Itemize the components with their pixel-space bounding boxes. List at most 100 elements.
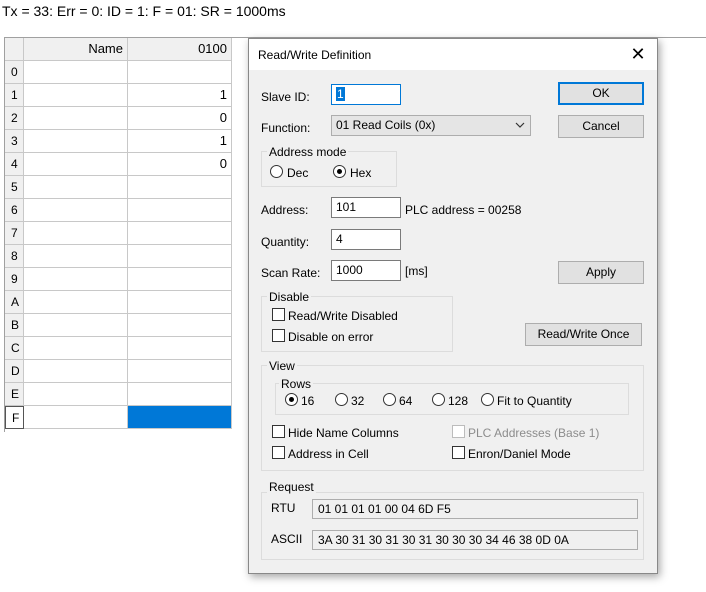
row-index[interactable]: 4	[5, 153, 24, 176]
table-row: 9	[5, 268, 233, 291]
read-write-disabled-checkbox[interactable]	[272, 308, 285, 321]
row-index[interactable]: B	[5, 314, 24, 337]
name-cell[interactable]	[24, 268, 128, 291]
slave-id-field[interactable]: 1	[331, 84, 401, 105]
rows-option-label[interactable]: Fit to Quantity	[497, 394, 572, 408]
row-index[interactable]: 3	[5, 130, 24, 153]
address-in-cell-label[interactable]: Address in Cell	[288, 447, 369, 461]
hide-name-columns-checkbox[interactable]	[272, 425, 285, 438]
row-index[interactable]: E	[5, 383, 24, 406]
row-index[interactable]: A	[5, 291, 24, 314]
hide-name-columns-label[interactable]: Hide Name Columns	[288, 426, 399, 440]
value-cell[interactable]: 1	[128, 130, 232, 153]
disable-on-error-label[interactable]: Disable on error	[288, 330, 373, 344]
dec-radio[interactable]	[270, 165, 283, 178]
name-cell[interactable]	[24, 84, 128, 107]
value-cell[interactable]	[128, 61, 232, 84]
rows-radio-128[interactable]	[432, 393, 445, 406]
value-cell[interactable]: 0	[128, 107, 232, 130]
name-cell[interactable]	[24, 314, 128, 337]
hex-radio[interactable]	[333, 165, 346, 178]
request-group-title: Request	[267, 480, 316, 494]
name-cell[interactable]	[24, 245, 128, 268]
quantity-field[interactable]: 4	[331, 229, 401, 250]
address-field[interactable]: 101	[331, 197, 401, 218]
row-index[interactable]: F	[5, 406, 24, 429]
address-column-header[interactable]: 0100	[128, 38, 232, 61]
close-icon[interactable]: ✕	[625, 43, 651, 65]
data-grid: Name 0100 01120314056789ABCDEF	[4, 38, 232, 432]
value-cell[interactable]: 1	[128, 84, 232, 107]
scan-rate-field[interactable]: 1000	[331, 260, 401, 281]
read-write-disabled-label[interactable]: Read/Write Disabled	[288, 309, 398, 323]
value-cell[interactable]	[128, 383, 232, 406]
enron-daniel-checkbox[interactable]	[452, 446, 465, 459]
name-cell[interactable]	[24, 222, 128, 245]
table-row: 40	[5, 153, 233, 176]
rows-radio-32[interactable]	[335, 393, 348, 406]
value-cell[interactable]	[128, 314, 232, 337]
apply-button[interactable]: Apply	[558, 261, 644, 284]
value-cell[interactable]	[128, 199, 232, 222]
value-cell[interactable]	[128, 245, 232, 268]
rows-option-label[interactable]: 64	[399, 394, 412, 408]
rows-option-label[interactable]: 32	[351, 394, 364, 408]
table-row: A	[5, 291, 233, 314]
rows-option-label[interactable]: 16	[301, 394, 314, 408]
plc-addresses-label: PLC Addresses (Base 1)	[468, 426, 600, 440]
value-cell[interactable]	[128, 176, 232, 199]
function-dropdown[interactable]: 01 Read Coils (0x)	[331, 115, 531, 136]
disable-on-error-checkbox[interactable]	[272, 329, 285, 342]
row-index[interactable]: 5	[5, 176, 24, 199]
address-in-cell-checkbox[interactable]	[272, 446, 285, 459]
table-row: B	[5, 314, 233, 337]
value-cell[interactable]	[128, 406, 232, 429]
row-index[interactable]: 2	[5, 107, 24, 130]
rows-radio-fit-to-quantity[interactable]	[481, 393, 494, 406]
plc-addresses-checkbox	[452, 425, 465, 438]
row-index[interactable]: D	[5, 360, 24, 383]
read-write-once-button[interactable]: Read/Write Once	[525, 323, 642, 346]
disable-group-title: Disable	[267, 290, 312, 304]
row-index[interactable]: 7	[5, 222, 24, 245]
value-cell[interactable]	[128, 360, 232, 383]
hex-label[interactable]: Hex	[350, 166, 371, 180]
enron-daniel-label[interactable]: Enron/Daniel Mode	[468, 447, 571, 461]
dialog-title: Read/Write Definition	[258, 48, 372, 62]
ok-button[interactable]: OK	[558, 82, 644, 105]
name-cell[interactable]	[24, 383, 128, 406]
rows-radio-16[interactable]	[285, 393, 298, 406]
dec-label[interactable]: Dec	[287, 166, 308, 180]
rows-radio-64[interactable]	[383, 393, 396, 406]
grid-corner-cell	[5, 38, 24, 61]
rtu-request-field[interactable]: 01 01 01 01 00 04 6D F5	[312, 499, 638, 519]
dialog-title-bar[interactable]: Read/Write Definition ✕	[249, 39, 657, 70]
name-cell[interactable]	[24, 199, 128, 222]
ascii-request-field[interactable]: 3A 30 31 30 31 30 31 30 30 30 34 46 38 0…	[312, 530, 638, 550]
name-cell[interactable]	[24, 337, 128, 360]
rows-option-label[interactable]: 128	[448, 394, 468, 408]
name-cell[interactable]	[24, 291, 128, 314]
name-cell[interactable]	[24, 153, 128, 176]
value-cell[interactable]: 0	[128, 153, 232, 176]
name-cell[interactable]	[24, 176, 128, 199]
name-cell[interactable]	[24, 130, 128, 153]
value-cell[interactable]	[128, 291, 232, 314]
row-index[interactable]: C	[5, 337, 24, 360]
name-cell[interactable]	[24, 406, 128, 429]
row-index[interactable]: 6	[5, 199, 24, 222]
value-cell[interactable]	[128, 268, 232, 291]
row-index[interactable]: 8	[5, 245, 24, 268]
cancel-button[interactable]: Cancel	[558, 115, 644, 138]
name-cell[interactable]	[24, 360, 128, 383]
row-index[interactable]: 1	[5, 84, 24, 107]
value-cell[interactable]	[128, 222, 232, 245]
name-column-header[interactable]: Name	[24, 38, 128, 61]
value-cell[interactable]	[128, 337, 232, 360]
table-row: 0	[5, 61, 233, 84]
name-cell[interactable]	[24, 61, 128, 84]
address-mode-title: Address mode	[267, 145, 349, 159]
row-index[interactable]: 0	[5, 61, 24, 84]
row-index[interactable]: 9	[5, 268, 24, 291]
name-cell[interactable]	[24, 107, 128, 130]
